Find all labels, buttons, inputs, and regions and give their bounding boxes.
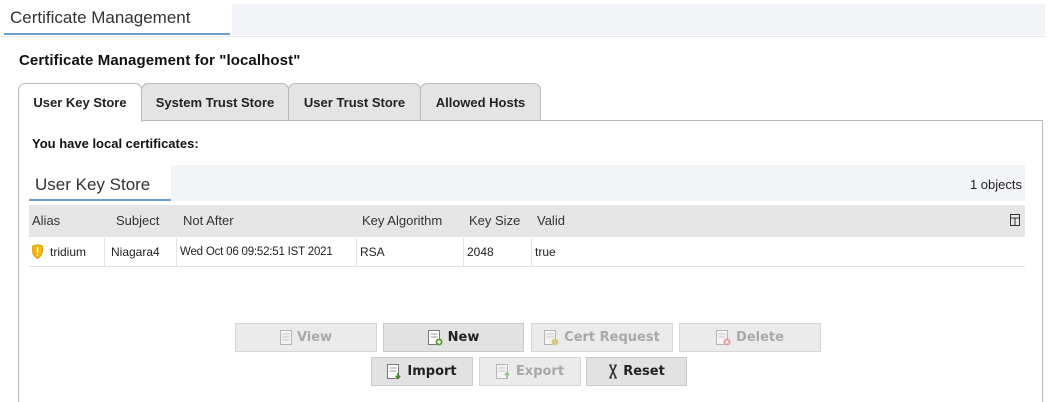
document-icon <box>279 330 292 345</box>
page-title: Certificate Management for "localhost" <box>19 52 301 69</box>
page-header: Certificate Management <box>0 0 1045 37</box>
cell-key-size: 2048 <box>464 238 532 266</box>
export-button-label: Export <box>515 364 565 379</box>
new-button[interactable]: New <box>383 323 524 352</box>
warning-shield-icon <box>32 244 43 259</box>
column-subject[interactable]: Subject <box>116 205 159 237</box>
tab-certificate-management[interactable]: Certificate Management <box>4 4 230 35</box>
cell-key-algorithm: RSA <box>357 238 464 266</box>
column-key-size[interactable]: Key Size <box>469 205 520 237</box>
tab-strip <box>232 4 1045 35</box>
export-button[interactable]: Export <box>479 357 581 386</box>
cell-not-after: Wed Oct 06 09:52:51 IST 2021 <box>177 238 357 266</box>
cert-request-button-label: Cert Request <box>564 330 660 345</box>
import-button[interactable]: Import <box>371 357 473 386</box>
delete-button[interactable]: Delete <box>679 323 821 352</box>
import-icon <box>387 363 402 379</box>
local-certificates-message: You have local certificates: <box>32 136 199 151</box>
column-valid[interactable]: Valid <box>537 205 565 237</box>
export-icon <box>495 363 510 379</box>
reset-button-label: Reset <box>623 364 665 379</box>
view-button-label: View <box>296 330 333 345</box>
table-tab-user-key-store[interactable]: User Key Store <box>29 165 171 201</box>
column-not-after[interactable]: Not After <box>183 205 234 237</box>
cell-subject: Niagara4 <box>108 238 177 266</box>
view-button[interactable]: View <box>235 323 377 352</box>
new-button-label: New <box>447 330 480 345</box>
tab-user-trust-store[interactable]: User Trust Store <box>288 83 421 121</box>
alias-text: tridium <box>50 245 87 259</box>
tab-system-trust-store[interactable]: System Trust Store <box>141 83 289 121</box>
column-header-row: Alias Subject Not After Key Algorithm Ke… <box>29 205 1025 237</box>
table-row[interactable]: tridium Niagara4 Wed Oct 06 09:52:51 IST… <box>29 238 1025 267</box>
delete-document-icon <box>716 329 731 345</box>
import-button-label: Import <box>407 364 457 379</box>
cell-alias: tridium <box>29 238 105 266</box>
delete-button-label: Delete <box>736 330 784 345</box>
cell-valid: true <box>535 245 556 259</box>
cert-request-button[interactable]: Cert Request <box>531 323 673 352</box>
object-count: 1 objects <box>969 177 1022 192</box>
table-header-bar: User Key Store 1 objects <box>29 165 1025 201</box>
reset-button[interactable]: Reset <box>586 357 687 386</box>
column-key-algorithm[interactable]: Key Algorithm <box>362 205 442 237</box>
column-chooser-icon[interactable] <box>1010 214 1020 226</box>
new-document-icon <box>427 329 443 345</box>
certificate-request-icon <box>544 329 559 345</box>
column-alias[interactable]: Alias <box>32 205 60 237</box>
tab-allowed-hosts[interactable]: Allowed Hosts <box>420 83 541 121</box>
tab-user-key-store[interactable]: User Key Store <box>18 83 142 122</box>
reset-icon <box>609 364 618 379</box>
